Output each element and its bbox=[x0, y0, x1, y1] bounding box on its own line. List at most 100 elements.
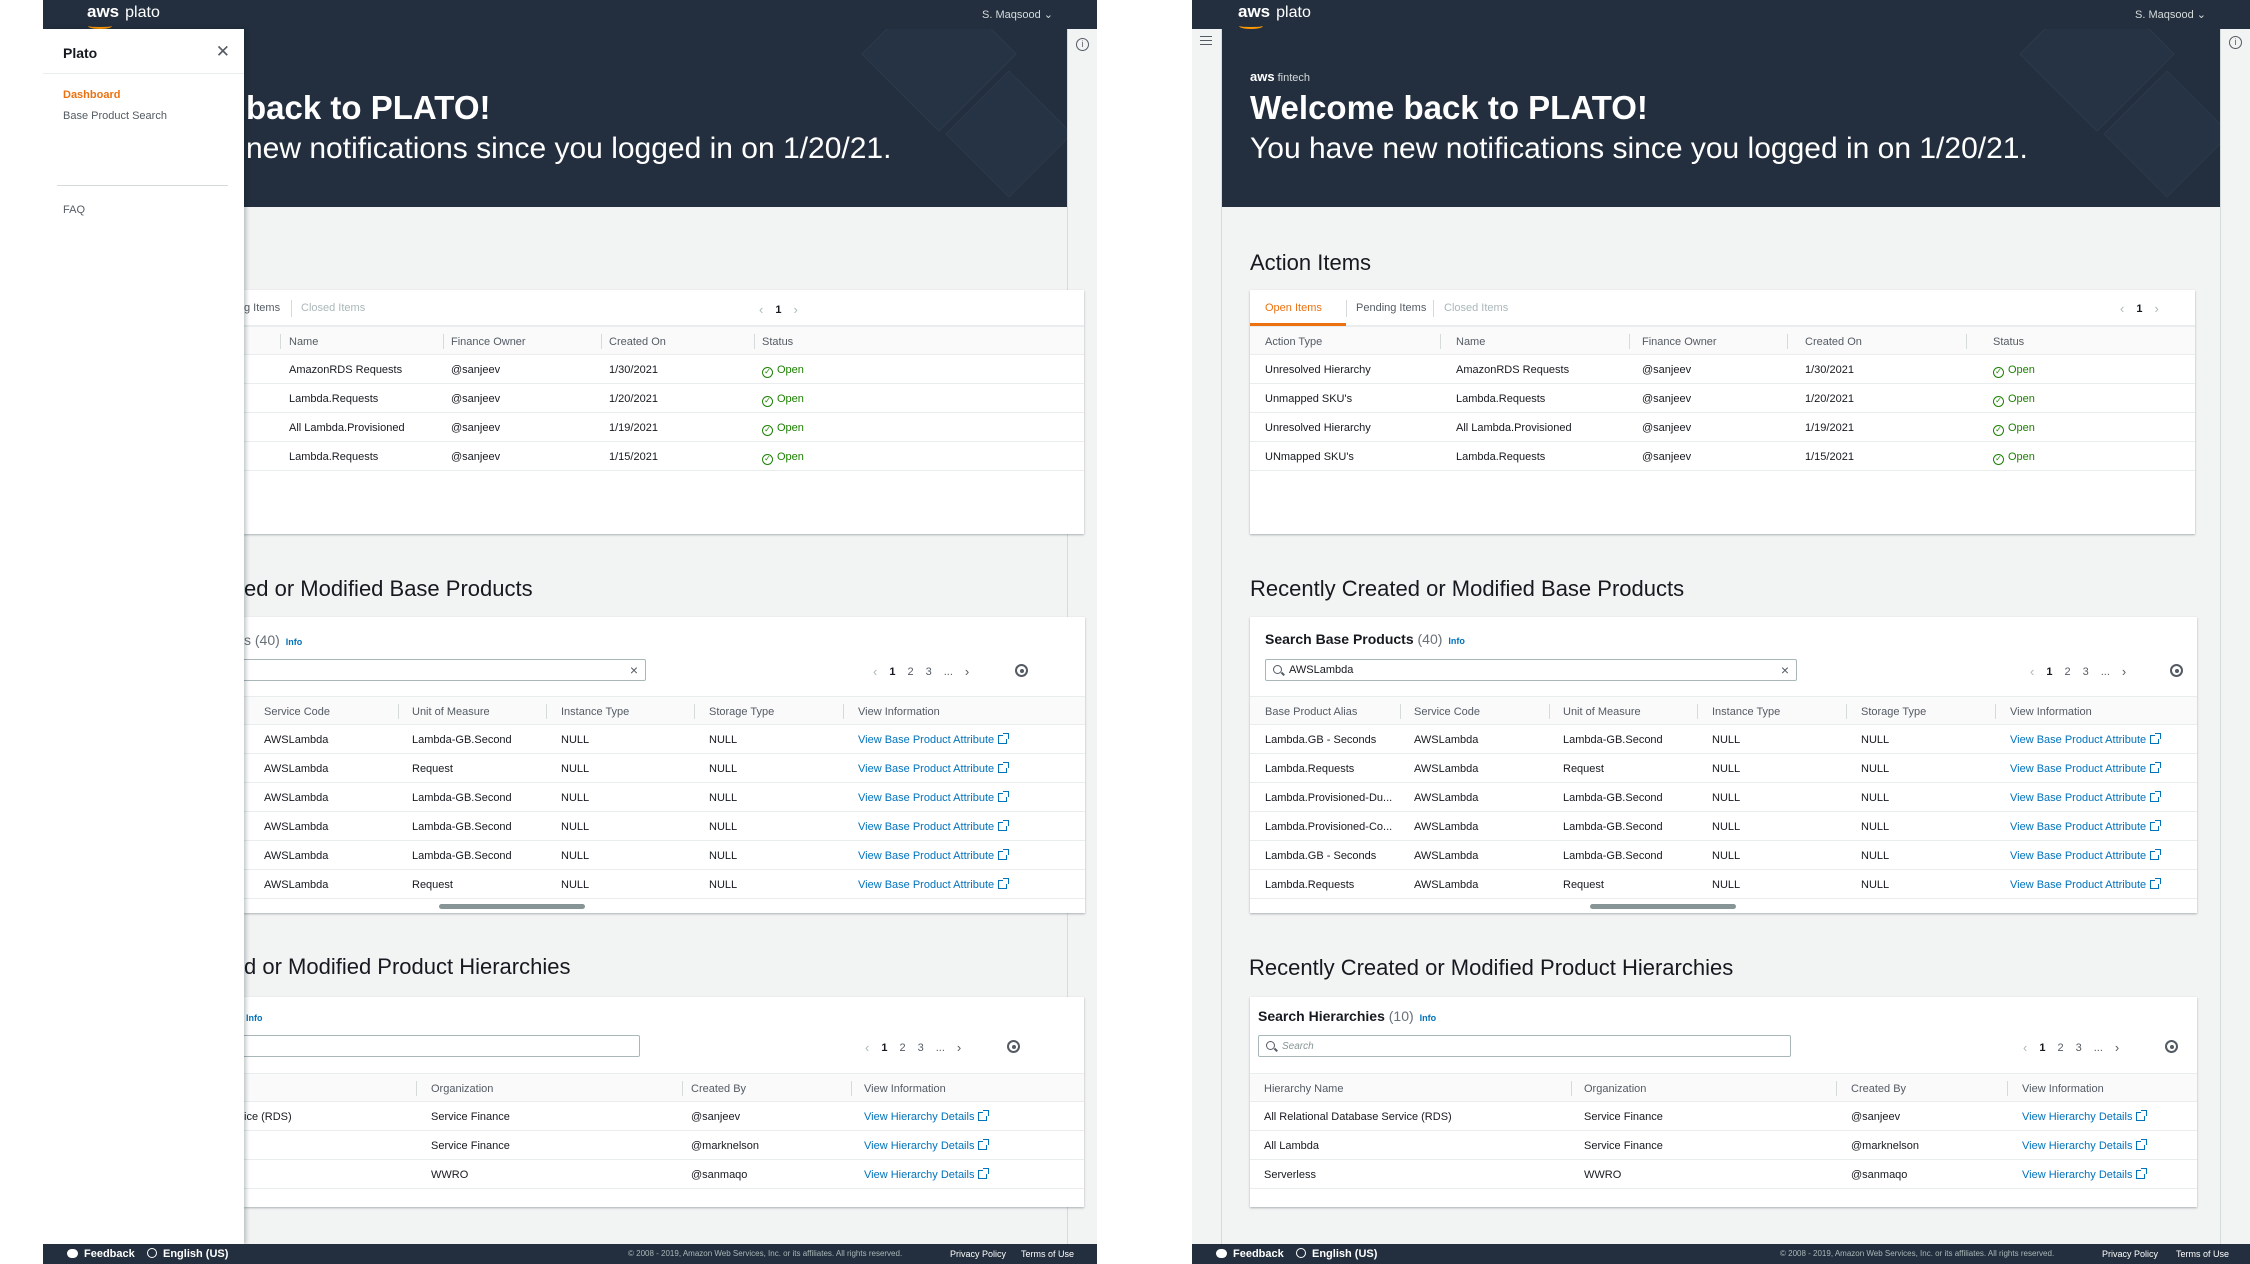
horizontal-scrollbar[interactable] bbox=[439, 904, 585, 909]
page-2[interactable]: 2 bbox=[907, 666, 913, 678]
feedback-button[interactable]: Feedback bbox=[1216, 1248, 1284, 1260]
column-header-name[interactable]: Name bbox=[289, 336, 318, 348]
settings-gear-icon[interactable] bbox=[2170, 664, 2183, 677]
page-3[interactable]: 3 bbox=[2083, 666, 2089, 678]
terms-of-use-link[interactable]: Terms of Use bbox=[2176, 1249, 2229, 1259]
tab-open-items[interactable]: Open Items bbox=[1265, 302, 1322, 314]
column-header-unit-of-measure[interactable]: Unit of Measure bbox=[1563, 706, 1641, 718]
column-header-created-on[interactable]: Created On bbox=[609, 336, 666, 348]
table-row[interactable]: AWSLambda Lambda-GB.Second NULL NULL Vie… bbox=[244, 725, 1085, 754]
next-page-icon[interactable]: › bbox=[957, 1040, 961, 1055]
language-selector[interactable]: English (US) bbox=[1296, 1248, 1377, 1260]
view-hierarchy-link[interactable]: View Hierarchy Details bbox=[2022, 1110, 2148, 1123]
table-row[interactable]: Lambda.Requests @sanjeev 1/20/2021 ✓ Open bbox=[244, 384, 1084, 413]
terms-of-use-link[interactable]: Terms of Use bbox=[1021, 1249, 1074, 1259]
close-icon[interactable]: ✕ bbox=[216, 42, 230, 62]
next-page-icon[interactable]: › bbox=[2115, 1040, 2119, 1055]
table-row[interactable]: ice (RDS) Service Finance @sanjeev View … bbox=[244, 1102, 1084, 1131]
page-1[interactable]: 1 bbox=[881, 1042, 887, 1054]
column-header-status[interactable]: Status bbox=[762, 336, 793, 348]
table-row[interactable]: All Lambda.Provisioned @sanjeev 1/19/202… bbox=[244, 413, 1084, 442]
column-header-service-code[interactable]: Service Code bbox=[264, 706, 330, 718]
column-header-storage-type[interactable]: Storage Type bbox=[1861, 706, 1926, 718]
settings-gear-icon[interactable] bbox=[1015, 664, 1028, 677]
table-row[interactable]: Service Finance @marknelson View Hierarc… bbox=[244, 1131, 1084, 1160]
prev-page-icon[interactable]: ‹ bbox=[873, 664, 877, 679]
info-link[interactable]: Info bbox=[1420, 1013, 1437, 1023]
column-header-action-type[interactable]: Action Type bbox=[1265, 336, 1322, 348]
column-header-created-by[interactable]: Created By bbox=[1851, 1083, 1906, 1095]
page-2[interactable]: 2 bbox=[2057, 1042, 2063, 1054]
feedback-button[interactable]: Feedback bbox=[67, 1248, 135, 1260]
column-header-finance-owner[interactable]: Finance Owner bbox=[1642, 336, 1717, 348]
info-link[interactable]: Info bbox=[1448, 636, 1465, 646]
table-row[interactable]: AWSLambda Lambda-GB.Second NULL NULL Vie… bbox=[244, 841, 1085, 870]
column-header-organization[interactable]: Organization bbox=[431, 1083, 493, 1095]
plato-logo[interactable]: aws plato bbox=[1238, 2, 1311, 29]
view-hierarchy-link[interactable]: View Hierarchy Details bbox=[2022, 1168, 2148, 1181]
page-3[interactable]: 3 bbox=[2076, 1042, 2082, 1054]
table-row[interactable]: Serverless WWRO @sanmaqo View Hierarchy … bbox=[1250, 1160, 2197, 1189]
table-row[interactable]: AWSLambda Request NULL NULL View Base Pr… bbox=[244, 754, 1085, 783]
tab-pending-items[interactable]: Pending Items bbox=[1356, 302, 1426, 314]
column-header-service-code[interactable]: Service Code bbox=[1414, 706, 1480, 718]
table-row[interactable]: AWSLambda Request NULL NULL View Base Pr… bbox=[244, 870, 1085, 899]
info-link[interactable]: Info bbox=[286, 637, 303, 647]
column-header-organization[interactable]: Organization bbox=[1584, 1083, 1646, 1095]
page-number[interactable]: 1 bbox=[2136, 303, 2142, 315]
column-header-view-information[interactable]: View Information bbox=[2010, 706, 2092, 718]
view-hierarchy-link[interactable]: View Hierarchy Details bbox=[864, 1110, 990, 1123]
hierarchies-search-input[interactable] bbox=[240, 1035, 640, 1057]
view-attribute-link[interactable]: View Base Product Attribute bbox=[2010, 878, 2162, 891]
info-panel-icon[interactable]: i bbox=[2229, 36, 2242, 49]
view-hierarchy-link[interactable]: View Hierarchy Details bbox=[864, 1168, 990, 1181]
column-header-instance-type[interactable]: Instance Type bbox=[1712, 706, 1780, 718]
view-attribute-link[interactable]: View Base Product Attribute bbox=[858, 762, 1010, 775]
column-header-status[interactable]: Status bbox=[1993, 336, 2024, 348]
table-row[interactable]: Lambda.GB - Seconds AWSLambda Lambda-GB.… bbox=[1250, 841, 2197, 870]
privacy-policy-link[interactable]: Privacy Policy bbox=[2102, 1249, 2158, 1259]
table-row[interactable]: All Relational Database Service (RDS) Se… bbox=[1250, 1102, 2197, 1131]
next-page-icon[interactable]: › bbox=[793, 302, 797, 317]
table-row[interactable]: WWRO @sanmaqo View Hierarchy Details bbox=[244, 1160, 1084, 1189]
info-panel-icon[interactable]: i bbox=[1076, 38, 1089, 51]
info-link[interactable]: Info bbox=[246, 1013, 263, 1023]
table-row[interactable]: Lambda.Requests @sanjeev 1/15/2021 ✓ Open bbox=[244, 442, 1084, 471]
column-header-name[interactable]: Name bbox=[1456, 336, 1485, 348]
column-header-created-by[interactable]: Created By bbox=[691, 1083, 746, 1095]
settings-gear-icon[interactable] bbox=[1007, 1040, 1020, 1053]
column-header-finance-owner[interactable]: Finance Owner bbox=[451, 336, 526, 348]
table-row[interactable]: Lambda.Provisioned-Co... AWSLambda Lambd… bbox=[1250, 812, 2197, 841]
nav-item-base-product-search[interactable]: Base Product Search bbox=[63, 110, 167, 122]
nav-item-dashboard[interactable]: Dashboard bbox=[63, 89, 120, 101]
view-hierarchy-link[interactable]: View Hierarchy Details bbox=[864, 1139, 990, 1152]
view-attribute-link[interactable]: View Base Product Attribute bbox=[2010, 791, 2162, 804]
view-attribute-link[interactable]: View Base Product Attribute bbox=[2010, 762, 2162, 775]
view-attribute-link[interactable]: View Base Product Attribute bbox=[2010, 733, 2162, 746]
page-1[interactable]: 1 bbox=[2046, 666, 2052, 678]
table-row[interactable]: Unmapped SKU's Lambda.Requests @sanjeev … bbox=[1250, 384, 2195, 413]
table-row[interactable]: Lambda.Provisioned-Du... AWSLambda Lambd… bbox=[1250, 783, 2197, 812]
prev-page-icon[interactable]: ‹ bbox=[2030, 664, 2034, 679]
column-header-base-product-alias[interactable]: Base Product Alias bbox=[1265, 706, 1357, 718]
next-page-icon[interactable]: › bbox=[965, 664, 969, 679]
clear-search-icon[interactable]: × bbox=[630, 662, 638, 678]
next-page-icon[interactable]: › bbox=[2154, 301, 2158, 316]
column-header-view-information[interactable]: View Information bbox=[864, 1083, 946, 1095]
table-row[interactable]: UNmapped SKU's Lambda.Requests @sanjeev … bbox=[1250, 442, 2195, 471]
column-header-unit-of-measure[interactable]: Unit of Measure bbox=[412, 706, 490, 718]
table-row[interactable]: All Lambda Service Finance @marknelson V… bbox=[1250, 1131, 2197, 1160]
table-row[interactable]: Lambda.Requests AWSLambda Request NULL N… bbox=[1250, 754, 2197, 783]
table-row[interactable]: Unresolved Hierarchy All Lambda.Provisio… bbox=[1250, 413, 2195, 442]
tab-pending-items[interactable]: g Items bbox=[244, 302, 280, 314]
prev-page-icon[interactable]: ‹ bbox=[759, 302, 763, 317]
view-attribute-link[interactable]: View Base Product Attribute bbox=[858, 820, 1010, 833]
page-number[interactable]: 1 bbox=[775, 304, 781, 316]
tab-closed-items[interactable]: Closed Items bbox=[1444, 302, 1508, 314]
page-2[interactable]: 2 bbox=[899, 1042, 905, 1054]
column-header-instance-type[interactable]: Instance Type bbox=[561, 706, 629, 718]
next-page-icon[interactable]: › bbox=[2122, 664, 2126, 679]
horizontal-scrollbar[interactable] bbox=[1590, 904, 1736, 909]
column-header-view-information[interactable]: View Information bbox=[2022, 1083, 2104, 1095]
table-row[interactable]: Lambda.Requests AWSLambda Request NULL N… bbox=[1250, 870, 2197, 899]
